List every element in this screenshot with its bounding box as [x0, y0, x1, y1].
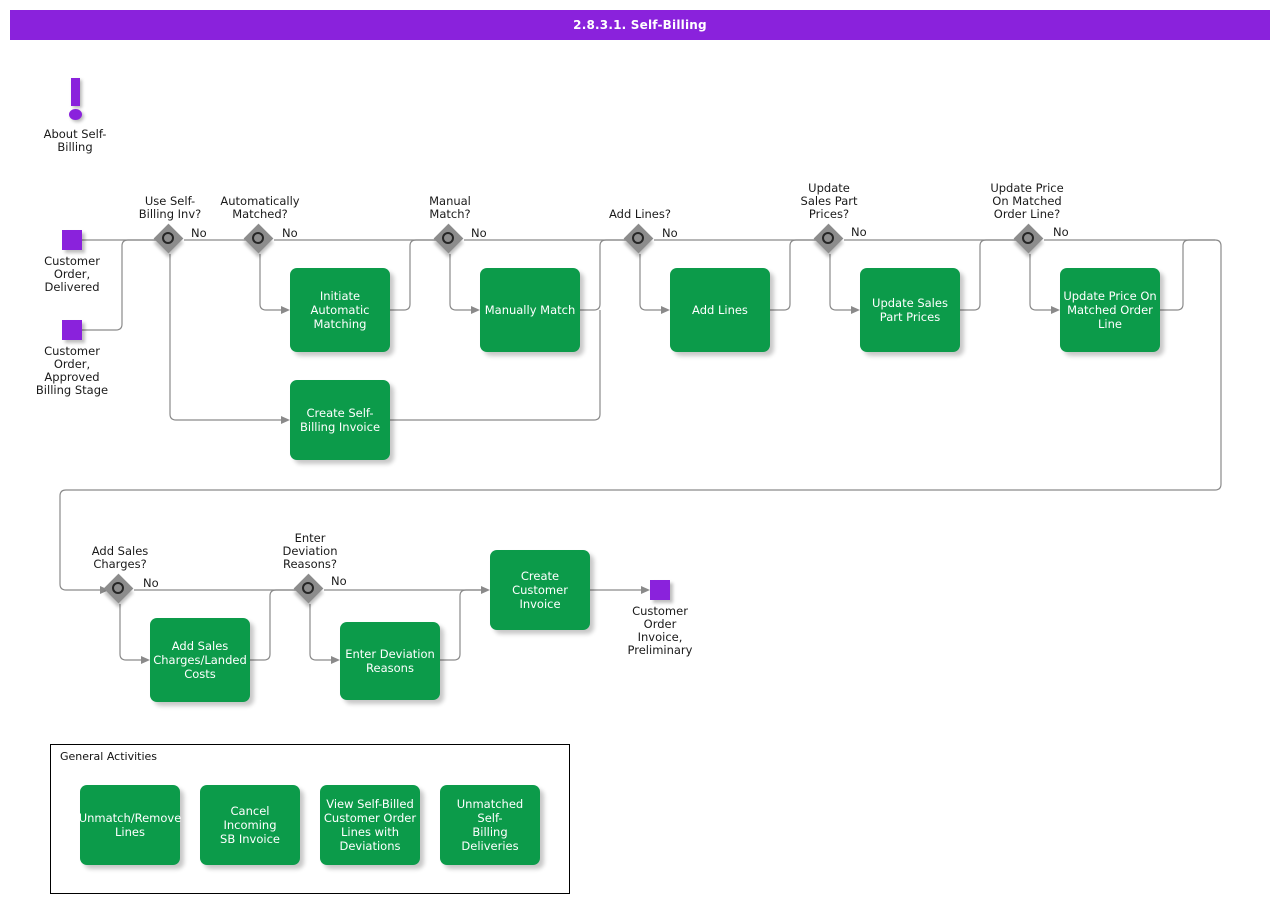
activity-manually-match[interactable]: Manually Match	[480, 268, 580, 352]
branch-label-no-add-sales-charges: No	[143, 576, 159, 590]
branch-label-no-manual-match: No	[471, 226, 487, 240]
decision-add-lines[interactable]	[625, 225, 655, 255]
start-node-square-icon	[62, 230, 82, 250]
general-activity-cancel-incoming-sb-invoice[interactable]: Cancel Incoming SB Invoice	[200, 785, 300, 865]
decision-ring-icon	[162, 232, 174, 244]
decision-label-automatically-matched: Automatically Matched?	[205, 195, 315, 221]
general-activity-view-self-billed-customer-order-lines-with-deviations[interactable]: View Self-Billed Customer Order Lines wi…	[320, 785, 420, 865]
decision-label-update-price-on-matched-order-line: Update Price On Matched Order Line?	[967, 182, 1087, 221]
decision-label-add-lines: Add Lines?	[590, 208, 690, 221]
decision-enter-deviation-reasons[interactable]	[295, 575, 325, 605]
start-node-customer-order-approved-billing-stage[interactable]: Customer Order, Approved Billing Stage	[12, 320, 132, 397]
decision-ring-icon	[302, 582, 314, 594]
start-node-label: Customer Order, Approved Billing Stage	[12, 345, 132, 397]
decision-label-enter-deviation-reasons: Enter Deviation Reasons?	[260, 532, 360, 571]
decision-label-manual-match: Manual Match?	[400, 195, 500, 221]
general-activity-unmatch-remove-lines[interactable]: Unmatch/Remove Lines	[80, 785, 180, 865]
general-activities-title: General Activities	[60, 750, 157, 763]
exclamation-bar-icon	[71, 78, 80, 106]
decision-ring-icon	[822, 232, 834, 244]
decision-label-update-sales-part-prices: Update Sales Part Prices?	[779, 182, 879, 221]
start-node-label: Customer Order, Delivered	[12, 255, 132, 294]
branch-label-no-enter-deviation-reasons: No	[331, 574, 347, 588]
decision-ring-icon	[442, 232, 454, 244]
branch-label-no-update-price-on-matched-order-line: No	[1053, 225, 1069, 239]
activity-create-customer-invoice[interactable]: Create Customer Invoice	[490, 550, 590, 630]
end-node-customer-order-invoice-preliminary[interactable]: Customer Order Invoice, Preliminary	[600, 580, 720, 657]
decision-update-sales-part-prices[interactable]	[815, 225, 845, 255]
page-title-bar: 2.8.3.1. Self-Billing	[10, 10, 1270, 40]
branch-label-no-automatically-matched: No	[282, 226, 298, 240]
about-self-billing-label: About Self- Billing	[40, 128, 110, 154]
decision-label-add-sales-charges: Add Sales Charges?	[70, 545, 170, 571]
decision-ring-icon	[112, 582, 124, 594]
exclamation-icon	[40, 78, 110, 128]
decision-ring-icon	[632, 232, 644, 244]
activity-add-sales-charges-landed-costs[interactable]: Add Sales Charges/Landed Costs	[150, 618, 250, 702]
activity-update-sales-part-prices[interactable]: Update Sales Part Prices	[860, 268, 960, 352]
decision-update-price-on-matched-order-line[interactable]	[1015, 225, 1045, 255]
branch-label-no-update-sales-part-prices: No	[851, 225, 867, 239]
end-node-square-icon	[650, 580, 670, 600]
activity-create-self-billing-invoice[interactable]: Create Self- Billing Invoice	[290, 380, 390, 460]
activity-enter-deviation-reasons[interactable]: Enter Deviation Reasons	[340, 622, 440, 700]
exclamation-dot-icon	[69, 109, 82, 120]
activity-add-lines[interactable]: Add Lines	[670, 268, 770, 352]
decision-manual-match[interactable]	[435, 225, 465, 255]
general-activity-unmatched-self-billing-deliveries[interactable]: Unmatched Self- Billing Deliveries	[440, 785, 540, 865]
decision-ring-icon	[1022, 232, 1034, 244]
decision-ring-icon	[252, 232, 264, 244]
end-node-label: Customer Order Invoice, Preliminary	[600, 605, 720, 657]
branch-label-no-use-self-billing-inv: No	[191, 226, 207, 240]
start-node-customer-order-delivered[interactable]: Customer Order, Delivered	[12, 230, 132, 294]
decision-use-self-billing-inv[interactable]	[155, 225, 185, 255]
decision-automatically-matched[interactable]	[245, 225, 275, 255]
branch-label-no-add-lines: No	[662, 226, 678, 240]
decision-add-sales-charges[interactable]	[105, 575, 135, 605]
activity-initiate-automatic-matching[interactable]: Initiate Automatic Matching	[290, 268, 390, 352]
activity-update-price-on-matched-order-line[interactable]: Update Price On Matched Order Line	[1060, 268, 1160, 352]
start-node-square-icon	[62, 320, 82, 340]
about-self-billing-node[interactable]: About Self- Billing	[40, 78, 110, 154]
page-title: 2.8.3.1. Self-Billing	[573, 18, 707, 32]
